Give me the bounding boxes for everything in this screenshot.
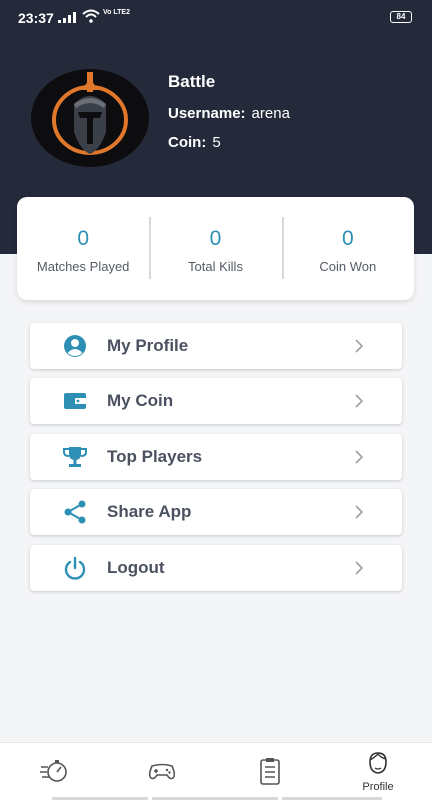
wallet-icon [64,393,86,410]
coin-label: Coin: [168,134,207,151]
menu-label: Top Players [107,446,203,466]
profile-username: Username: arena [168,105,290,122]
chevron-right-icon [355,450,364,464]
profile-coin: Coin: 5 [168,134,221,151]
stopwatch-icon [40,760,67,782]
bottom-navigation: Profile [0,742,432,800]
stat-value: 0 [77,227,89,250]
menu-label: Share App [107,502,192,522]
trophy-icon [63,446,87,467]
user-face-icon [369,752,387,774]
avatar [31,69,149,167]
stat-matches-played: 0 Matches Played [17,197,149,300]
gamepad-icon [148,763,176,780]
stat-label: Total Kills [188,259,243,274]
network-type: Vo LTE2 [103,9,130,16]
tab-results[interactable] [216,743,324,800]
profile-menu: My Profile My Coin Top Players Share App… [30,323,402,600]
status-bar: 23:37 Vo LTE2 84 [0,0,432,36]
menu-label: Logout [107,557,165,577]
menu-item-logout[interactable]: Logout [30,544,402,591]
stats-card: 0 Matches Played 0 Total Kills 0 Coin Wo… [17,197,414,300]
chevron-right-icon [355,339,364,353]
user-circle-icon [64,335,86,357]
tab-games[interactable] [108,743,216,800]
menu-item-share-app[interactable]: Share App [30,489,402,536]
chevron-right-icon [355,505,364,519]
menu-label: My Coin [107,391,174,411]
clipboard-list-icon [260,758,280,785]
tab-label: Profile [362,781,394,793]
stat-value: 0 [341,227,354,250]
chevron-right-icon [355,560,364,575]
battery-icon: 84 [390,11,412,23]
tab-profile[interactable]: Profile [324,743,432,800]
menu-label: My Profile [107,336,189,355]
chevron-right-icon [355,394,364,408]
stat-value: 0 [209,227,222,250]
username-value: arena [251,105,290,122]
tab-quick-match[interactable] [0,743,108,800]
profile-name: Battle [168,72,216,91]
username-label: Username: [168,105,246,122]
menu-item-top-players[interactable]: Top Players [30,433,402,480]
power-icon [64,556,86,580]
stat-coin-won: 0 Coin Won [281,197,414,300]
share-icon [64,500,86,524]
stat-label: Matches Played [36,259,130,274]
menu-item-my-coin[interactable]: My Coin [30,378,402,425]
stat-label: Coin Won [319,259,377,274]
menu-item-my-profile[interactable]: My Profile [30,323,402,369]
signal-icon [58,12,76,23]
coin-value: 5 [212,134,221,151]
stat-total-kills: 0 Total Kills [149,197,281,300]
status-time: 23:37 [18,10,54,26]
wifi-icon [82,9,100,23]
